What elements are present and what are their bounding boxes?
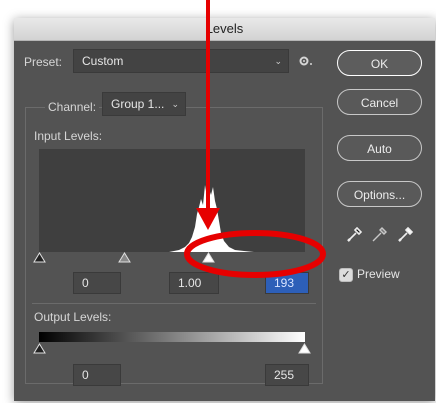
annotation-ellipse	[184, 230, 326, 278]
annotation-arrow-head	[196, 208, 220, 230]
annotation-overlay	[184, 0, 326, 278]
